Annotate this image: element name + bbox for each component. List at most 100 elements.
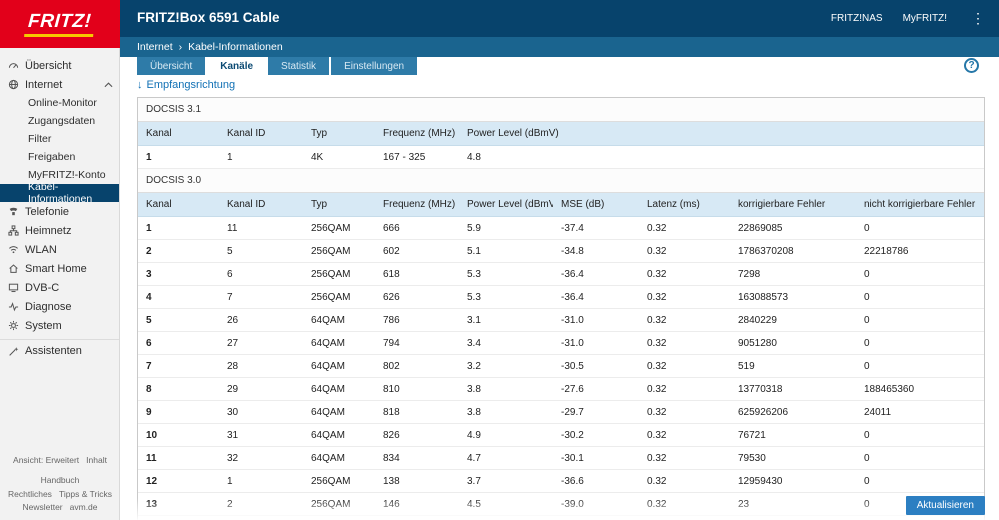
table-cell: 26 bbox=[219, 308, 303, 332]
sidebar-item-label: Smart Home bbox=[25, 262, 87, 275]
channels-panel: DOCSIS 3.1 Kanal Kanal ID Typ Frequenz (MHz… bbox=[137, 97, 985, 520]
table-cell: 4 bbox=[138, 285, 219, 309]
table-cell: 602 bbox=[375, 239, 459, 263]
kebab-menu-icon[interactable]: ⋮ bbox=[967, 10, 989, 27]
sidebar-item-zugangsdaten[interactable]: Zugangsdaten bbox=[0, 112, 119, 130]
sidebar-item-assistenten[interactable]: Assistenten bbox=[0, 339, 119, 361]
table-cell: 3.7 bbox=[459, 469, 553, 493]
breadcrumb-section[interactable]: Internet bbox=[137, 41, 173, 53]
sidebar-item-label: Assistenten bbox=[25, 345, 82, 357]
network-icon bbox=[8, 225, 19, 236]
table-cell: 3 bbox=[138, 262, 219, 286]
fritznas-link[interactable]: FRITZ!NAS bbox=[831, 13, 883, 24]
table-cell: 256QAM bbox=[303, 262, 375, 286]
sidebar-item-heimnetz[interactable]: Heimnetz bbox=[0, 221, 119, 240]
table-cell: 12 bbox=[138, 469, 219, 493]
sidebar-subitem-label: Filter bbox=[28, 133, 52, 145]
table-cell: 0 bbox=[856, 423, 984, 447]
table-cell: 0.32 bbox=[639, 377, 730, 401]
docsis31-title: DOCSIS 3.1 bbox=[138, 98, 984, 122]
table-cell: 4.5 bbox=[459, 492, 553, 516]
table-cell: 64QAM bbox=[303, 354, 375, 378]
table-row: 3 6 256QAM 618 5.3 -36.4 0.32 7298 0 bbox=[138, 262, 984, 286]
table-cell: 138 bbox=[375, 469, 459, 493]
table-row: 11 32 64QAM 834 4.7 -30.1 0.32 79530 0 bbox=[138, 446, 984, 470]
sidebar-item-kabel-informationen[interactable]: Kabel-Informationen bbox=[0, 181, 119, 205]
table-cell: 64QAM bbox=[303, 308, 375, 332]
table-cell: 618 bbox=[375, 262, 459, 286]
table-cell: -34.8 bbox=[553, 239, 639, 263]
sidebar-item-wlan[interactable]: WLAN bbox=[0, 240, 119, 259]
sidebar-item-label: Heimnetz bbox=[25, 224, 72, 237]
avmde-link[interactable]: avm.de bbox=[70, 501, 98, 514]
table-cell: 0 bbox=[856, 331, 984, 355]
table-row: 5 26 64QAM 786 3.1 -31.0 0.32 2840229 0 bbox=[138, 308, 984, 332]
breadcrumb-page: Kabel-Informationen bbox=[188, 41, 283, 53]
sidebar-item-smart-home[interactable]: Smart Home bbox=[0, 259, 119, 278]
table-cell: 1 bbox=[219, 469, 303, 493]
breadcrumb-separator-icon: › bbox=[178, 41, 183, 53]
table-cell: 5.3 bbox=[459, 262, 553, 286]
sidebar-item-dvbc[interactable]: DVB-C bbox=[0, 278, 119, 297]
table-cell: 5 bbox=[138, 308, 219, 332]
table-row: 1 11 256QAM 666 5.9 -37.4 0.32 22869085 0 bbox=[138, 216, 984, 240]
table-cell: 5 bbox=[219, 239, 303, 263]
app-title: FRITZ!Box 6591 Cable bbox=[137, 10, 280, 25]
help-icon[interactable]: ? bbox=[964, 58, 979, 73]
empfangsrichtung-toggle[interactable]: ↓ Empfangsrichtung bbox=[137, 79, 235, 91]
sidebar-item-freigaben[interactable]: Freigaben bbox=[0, 148, 119, 166]
column-header: Kanal ID bbox=[219, 122, 303, 146]
table-row: 1 1 4K 167 - 325 4.8 bbox=[138, 145, 984, 169]
table-cell: 12959430 bbox=[730, 469, 856, 493]
wand-icon bbox=[9, 346, 19, 356]
table-cell: 28 bbox=[219, 354, 303, 378]
sidebar-item-system[interactable]: System bbox=[0, 316, 119, 335]
rechtliches-link[interactable]: Rechtliches bbox=[8, 488, 52, 501]
main-content: ↓ Empfangsrichtung DOCSIS 3.1 Kanal Kanal… bbox=[120, 75, 999, 520]
table-cell: 64QAM bbox=[303, 400, 375, 424]
sidebar: Übersicht Internet Online-Monitor Zugang… bbox=[0, 48, 120, 520]
handbuch-link[interactable]: Handbuch bbox=[41, 474, 80, 487]
table-cell: -36.6 bbox=[553, 469, 639, 493]
footer-line: Newsletter avm.de bbox=[0, 501, 120, 514]
table-cell: 7 bbox=[138, 354, 219, 378]
logo-text: FRITZ! bbox=[24, 11, 96, 37]
table-cell: 22218786 bbox=[856, 239, 984, 263]
table-cell: 626 bbox=[375, 285, 459, 309]
tab-kanaele[interactable]: Kanäle bbox=[207, 57, 267, 75]
tab-statistik[interactable]: Statistik bbox=[268, 57, 330, 75]
arrow-down-icon: ↓ bbox=[137, 79, 143, 91]
sidebar-item-uebersicht[interactable]: Übersicht bbox=[0, 56, 119, 75]
sidebar-item-filter[interactable]: Filter bbox=[0, 130, 119, 148]
column-header: MSE (dB) bbox=[553, 193, 639, 217]
sidebar-item-diagnose[interactable]: Diagnose bbox=[0, 297, 119, 316]
table-cell: 79530 bbox=[730, 446, 856, 470]
table-cell: -39.0 bbox=[553, 492, 639, 516]
sidebar-item-internet[interactable]: Internet bbox=[0, 75, 119, 94]
home-icon bbox=[9, 264, 18, 273]
refresh-button[interactable]: Aktualisieren bbox=[905, 496, 985, 515]
column-header: Typ bbox=[303, 193, 375, 217]
table-cell: 0.32 bbox=[639, 354, 730, 378]
sidebar-subitem-label: MyFRITZ!-Konto bbox=[28, 169, 106, 181]
table-cell: 154 bbox=[375, 515, 459, 520]
inhalt-link[interactable]: Inhalt bbox=[86, 454, 107, 467]
newsletter-link[interactable]: Newsletter bbox=[22, 501, 62, 514]
tab-uebersicht[interactable]: Übersicht bbox=[137, 57, 206, 75]
table-cell: 0.32 bbox=[639, 469, 730, 493]
sidebar-item-online-monitor[interactable]: Online-Monitor bbox=[0, 94, 119, 112]
table-cell: 0.32 bbox=[639, 285, 730, 309]
table-cell: 0 bbox=[856, 262, 984, 286]
table-cell: 3.1 bbox=[459, 308, 553, 332]
ansicht-erweitert-link[interactable]: Ansicht: Erweitert bbox=[13, 454, 79, 467]
wifi-icon bbox=[9, 246, 18, 254]
table-cell: 2 bbox=[219, 492, 303, 516]
table-cell: 2 bbox=[138, 239, 219, 263]
table-row: 10 31 64QAM 826 4.9 -30.2 0.32 76721 0 bbox=[138, 423, 984, 447]
tab-einstellungen[interactable]: Einstellungen bbox=[331, 57, 418, 75]
globe-icon bbox=[8, 79, 19, 90]
myfritz-link[interactable]: MyFRITZ! bbox=[903, 13, 947, 24]
tipps-tricks-link[interactable]: Tipps & Tricks bbox=[59, 488, 112, 501]
table-cell: 9 bbox=[138, 400, 219, 424]
column-header: Typ bbox=[303, 122, 375, 146]
